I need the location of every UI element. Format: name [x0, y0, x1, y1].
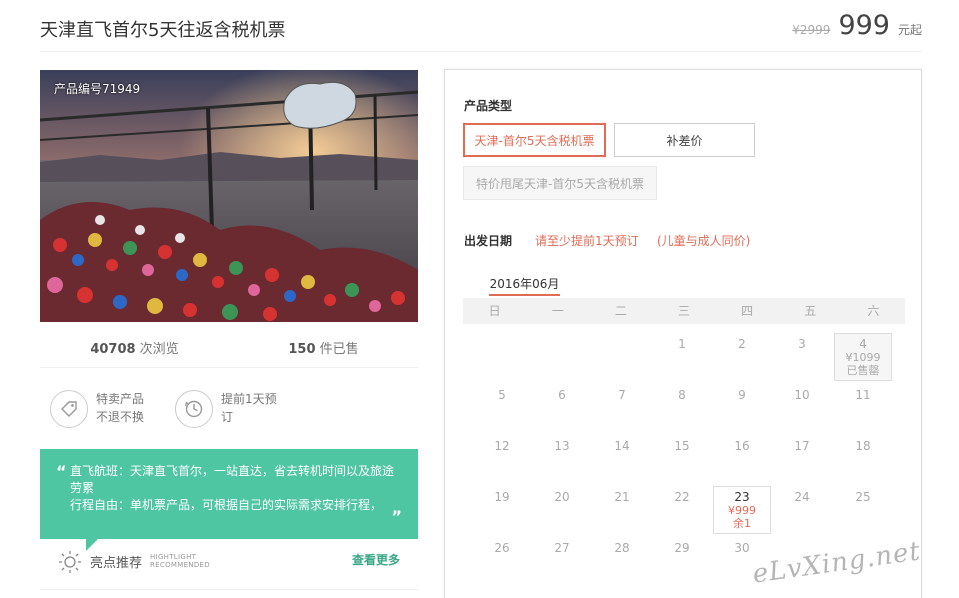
- option-tianjin-seoul-ticket[interactable]: 天津-首尔5天含税机票: [463, 123, 606, 157]
- date-hint-advance: 请至少提前1天预订: [535, 234, 639, 248]
- photo-illustration: [40, 70, 418, 322]
- open-quote: “: [56, 462, 67, 481]
- calendar-day-available[interactable]: 23 ¥999 余1: [713, 486, 771, 534]
- product-number: 产品编号71949: [54, 82, 141, 96]
- current-price: 999: [838, 10, 890, 41]
- calendar-day: 29: [674, 541, 690, 555]
- calendar-day: 3: [798, 337, 806, 351]
- views-stat: 40708 次浏览: [40, 338, 229, 357]
- weekday: 二: [614, 304, 627, 318]
- calendar-day: 6: [558, 388, 566, 402]
- see-more-link[interactable]: 查看更多: [352, 551, 400, 568]
- page: 天津直飞首尔5天往返含税机票 ¥2999 999 元起 产品编号71949 40…: [0, 0, 959, 598]
- calendar-day: 8: [678, 388, 686, 402]
- day-status: 已售罄: [846, 364, 880, 377]
- calendar-day: 13: [554, 439, 570, 453]
- calendar-day: 18: [855, 439, 871, 453]
- feature-advance-booking: 提前1天预 订: [175, 390, 281, 428]
- calendar-day-soldout: 4 ¥1099 已售罄: [834, 333, 892, 381]
- calendar-day: 9: [738, 388, 746, 402]
- day-status: 余1: [733, 517, 751, 530]
- calendar-day: 10: [794, 388, 810, 402]
- calendar-day: 19: [494, 490, 510, 504]
- stats-row: 40708 次浏览 150 件已售: [40, 338, 418, 357]
- clock-icon: [175, 390, 213, 428]
- price-block: ¥2999 999 元起: [792, 10, 922, 41]
- day-price: ¥999: [728, 504, 756, 517]
- weekday: 日: [488, 304, 501, 318]
- weekday: 六: [867, 304, 880, 318]
- calendar-day: 11: [855, 388, 871, 402]
- option-price-difference[interactable]: 补差价: [614, 123, 755, 157]
- weekday: 四: [741, 304, 754, 318]
- calendar-day: 2: [738, 337, 746, 351]
- weekday: 三: [677, 304, 690, 318]
- calendar-day: 26: [494, 541, 510, 555]
- highlight-line: 直飞航班：天津直飞首尔，一站直达，省去转机时间以及旅途劳累: [70, 464, 395, 495]
- product-photo: 产品编号71949: [40, 70, 418, 322]
- views-count: 40708: [90, 342, 136, 357]
- recommend-en: HIGHTLIGHT RECOMMENDED: [150, 553, 210, 569]
- original-price: ¥2999: [792, 23, 831, 37]
- calendar-day: 7: [618, 388, 626, 402]
- option-special-last-minute[interactable]: 特价甩尾天津-首尔5天含税机票: [463, 166, 657, 200]
- calendar-day: 22: [674, 490, 690, 504]
- recommend-en-line: RECOMMENDED: [150, 561, 210, 569]
- sold-count: 150: [288, 342, 316, 357]
- tag-icon: [50, 390, 88, 428]
- calendar-day: 5: [498, 388, 506, 402]
- recommend-header: 亮点推荐 HIGHTLIGHT RECOMMENDED: [58, 549, 210, 573]
- calendar-day: 14: [614, 439, 630, 453]
- calendar-month[interactable]: 2016年06月: [489, 275, 560, 296]
- sun-icon: [59, 551, 81, 573]
- highlight-box: “ 直飞航班：天津直飞首尔，一站直达，省去转机时间以及旅途劳累 行程自由：单机票…: [40, 449, 418, 539]
- feature-label: 特卖产品 不退不换: [96, 392, 145, 424]
- highlight-line: 行程自由：单机票产品，可根据自己的实际需求安排行程，: [70, 498, 383, 512]
- calendar-day: 16: [734, 439, 750, 453]
- price-unit: 元起: [897, 23, 922, 37]
- calendar-day: 12: [494, 439, 510, 453]
- sold-stat: 150 件已售: [229, 338, 418, 357]
- booking-panel: 产品类型 天津-首尔5天含税机票 补差价 特价甩尾天津-首尔5天含税机票 出发日…: [444, 69, 922, 598]
- views-label: 次浏览: [135, 342, 179, 357]
- sold-label: 件已售: [315, 342, 359, 357]
- weekday: 五: [804, 304, 817, 318]
- close-quote: ”: [391, 507, 402, 526]
- recommend-en-line: HIGHTLIGHT: [150, 553, 197, 561]
- calendar-day: 15: [674, 439, 690, 453]
- calendar-day: 28: [614, 541, 630, 555]
- date-hint-child: (儿童与成人同价): [657, 234, 751, 248]
- feature-label: 提前1天预 订: [221, 392, 277, 424]
- day-price: ¥1099: [845, 351, 881, 364]
- weekday: 一: [551, 304, 564, 318]
- product-type-label: 产品类型: [464, 99, 513, 113]
- weekday-header: 日 一 二 三 四 五 六: [463, 298, 905, 324]
- calendar-day: 25: [855, 490, 871, 504]
- calendar-day: 17: [794, 439, 810, 453]
- divider: [40, 589, 418, 590]
- departure-date-label: 出发日期: [464, 234, 513, 248]
- recommend-label: 亮点推荐: [90, 555, 143, 571]
- calendar-day: 20: [554, 490, 570, 504]
- page-title: 天津直飞首尔5天往返含税机票: [40, 20, 286, 41]
- calendar-day: 1: [678, 337, 686, 351]
- calendar-day: 27: [554, 541, 570, 555]
- feature-flash-sale: 特卖产品 不退不换: [50, 390, 156, 428]
- calendar-day: 24: [794, 490, 810, 504]
- divider: [40, 367, 418, 368]
- calendar-day: 21: [614, 490, 630, 504]
- header-divider: [40, 51, 922, 52]
